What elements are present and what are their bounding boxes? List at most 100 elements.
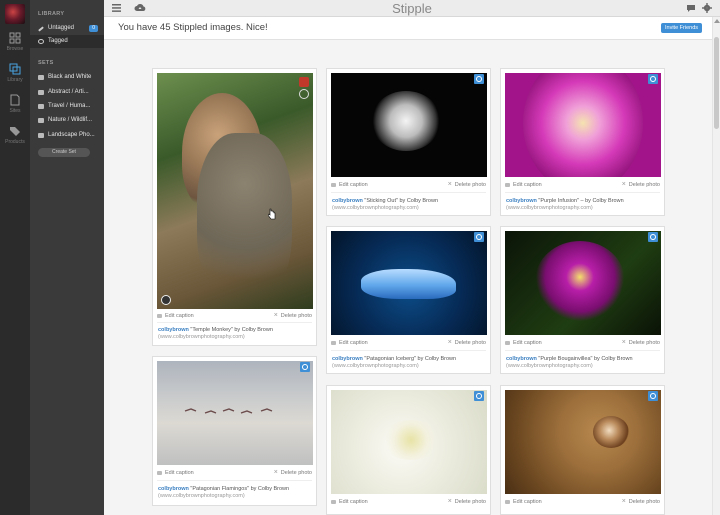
set-label: Nature / Wildlif...: [48, 117, 93, 123]
rail-sites[interactable]: Sites: [0, 94, 30, 122]
photo-image[interactable]: [505, 231, 661, 335]
rail-library[interactable]: Library: [0, 63, 30, 91]
cloud-upload-icon[interactable]: [134, 3, 146, 13]
pinterest-icon[interactable]: [299, 77, 309, 87]
sidebar-set-item[interactable]: Black and White: [30, 71, 104, 84]
sets-heading: SETS: [38, 60, 54, 66]
tag-badge-icon[interactable]: [648, 232, 658, 242]
scrollbar-thumb[interactable]: [714, 37, 719, 129]
edit-caption-link[interactable]: Edit caption: [331, 182, 368, 188]
caption-title: "Purple Bougainvillea" by Colby Brown: [538, 356, 633, 362]
rail-sites-label: Sites: [9, 108, 21, 114]
tag-badge-icon[interactable]: [474, 232, 484, 242]
banner-message: You have 45 Stippled images. Nice!: [118, 22, 268, 33]
photo-card[interactable]: Edit caption Delete photo colbybrown "Pu…: [500, 68, 665, 216]
snail-shell: [593, 416, 629, 448]
set-icon: [38, 90, 44, 95]
notice-banner: You have 45 Stippled images. Nice! Invit…: [104, 17, 712, 40]
tag-badge-icon[interactable]: [300, 362, 310, 372]
gear-icon[interactable]: [702, 3, 712, 13]
tag-badge-icon[interactable]: [648, 74, 658, 84]
tag-badge-icon[interactable]: [648, 391, 658, 401]
caption-title: "Patagonian Flamingos" by Colby Brown: [190, 486, 290, 492]
edit-caption-link[interactable]: Edit caption: [505, 182, 542, 188]
caption-user[interactable]: colbybrown: [158, 486, 189, 492]
rail-products-label: Products: [5, 139, 25, 145]
scroll-up-arrow[interactable]: [714, 19, 720, 23]
sidebar-item-untagged[interactable]: Untagged 0: [30, 22, 104, 35]
edit-caption-link[interactable]: Edit caption: [331, 340, 368, 346]
tag-badge-icon[interactable]: [474, 74, 484, 84]
caption-site[interactable]: (www.colbybrownphotography.com): [332, 205, 486, 212]
invite-friends-button[interactable]: Invite Friends: [660, 23, 702, 33]
rail-browse[interactable]: Browse: [0, 32, 30, 60]
tag-badge-icon[interactable]: [474, 391, 484, 401]
divider: [505, 350, 660, 351]
delete-photo-link[interactable]: Delete photo: [622, 498, 660, 505]
caption-user[interactable]: colbybrown: [506, 356, 537, 362]
create-set-button[interactable]: Create Set: [38, 148, 90, 157]
chat-icon[interactable]: [686, 4, 696, 13]
delete-photo-link[interactable]: Delete photo: [448, 181, 486, 188]
delete-photo-link[interactable]: Delete photo: [448, 498, 486, 505]
divider: [331, 350, 486, 351]
share-icon[interactable]: [299, 89, 309, 99]
photo-image[interactable]: [157, 361, 313, 465]
purple-flower: [523, 73, 643, 177]
menu-icon[interactable]: [112, 4, 121, 12]
photo-image[interactable]: [157, 73, 313, 309]
tag-dot-icon[interactable]: [161, 295, 171, 305]
photo-caption: colbybrown "Temple Monkey" by Colby Brow…: [158, 327, 312, 341]
edit-caption-link[interactable]: Edit caption: [505, 340, 542, 346]
photo-card[interactable]: Edit caption Delete photo colbybrown "St…: [326, 68, 491, 216]
divider: [157, 322, 312, 323]
caption-site[interactable]: (www.colbybrownphotography.com): [332, 363, 486, 370]
rail-products[interactable]: Products: [0, 125, 30, 153]
photo-card[interactable]: Edit caption Delete photo colbybrown "Pu…: [500, 226, 665, 374]
scrollbar[interactable]: [712, 17, 720, 515]
sidebar-set-item[interactable]: Landscape Pho...: [30, 129, 104, 142]
caption-site[interactable]: (www.colbybrownphotography.com): [158, 493, 312, 500]
photo-card[interactable]: Edit caption Delete photo: [326, 385, 491, 515]
delete-photo-link[interactable]: Delete photo: [622, 339, 660, 346]
delete-photo-link[interactable]: Delete photo: [622, 181, 660, 188]
photo-card[interactable]: Edit caption Delete photo colbybrown "Te…: [152, 68, 317, 346]
edit-caption-link[interactable]: Edit caption: [505, 499, 542, 505]
photo-card[interactable]: Edit caption Delete photo colbybrown "Pa…: [152, 356, 317, 506]
white-flower: [371, 91, 441, 151]
photo-image[interactable]: [505, 73, 661, 177]
sidebar-set-item[interactable]: Nature / Wildlif...: [30, 114, 104, 127]
caption-user[interactable]: colbybrown: [506, 198, 537, 204]
delete-photo-link[interactable]: Delete photo: [274, 312, 312, 319]
edit-caption-link[interactable]: Edit caption: [157, 470, 194, 476]
library-icon: [9, 63, 21, 75]
caption-user[interactable]: colbybrown: [332, 356, 363, 362]
set-label: Black and White: [48, 74, 92, 80]
caption-title: "Patagonian Iceberg" by Colby Brown: [364, 356, 457, 362]
hand-cursor-icon: [268, 208, 276, 220]
delete-photo-link[interactable]: Delete photo: [274, 469, 312, 476]
caption-user[interactable]: colbybrown: [158, 327, 189, 333]
photo-card[interactable]: Edit caption Delete photo colbybrown "Pa…: [326, 226, 491, 374]
photo-caption: colbybrown "Purple Bougainvillea" by Col…: [506, 356, 660, 370]
photo-image[interactable]: [331, 390, 487, 494]
caption-site[interactable]: (www.colbybrownphotography.com): [506, 205, 660, 212]
photo-caption: colbybrown "Purple Infusion" – by Colby …: [506, 198, 660, 212]
set-icon: [38, 104, 44, 109]
delete-photo-link[interactable]: Delete photo: [448, 339, 486, 346]
photo-image[interactable]: [331, 231, 487, 335]
avatar[interactable]: [5, 4, 25, 24]
photo-caption: colbybrown "Sticking Out" by Colby Brown…: [332, 198, 486, 212]
edit-caption-link[interactable]: Edit caption: [157, 313, 194, 319]
caption-site[interactable]: (www.colbybrownphotography.com): [506, 363, 660, 370]
caption-user[interactable]: colbybrown: [332, 198, 363, 204]
sidebar-set-item[interactable]: Abstract / Arti...: [30, 86, 104, 99]
sidebar-item-tagged[interactable]: Tagged: [30, 35, 104, 48]
edit-caption-link[interactable]: Edit caption: [331, 499, 368, 505]
photo-image[interactable]: [331, 73, 487, 177]
photo-card[interactable]: Edit caption Delete photo: [500, 385, 665, 515]
top-bar: Stipple: [104, 0, 720, 17]
caption-site[interactable]: (www.colbybrownphotography.com): [158, 334, 312, 341]
sidebar-set-item[interactable]: Travel / Huma...: [30, 100, 104, 113]
photo-image[interactable]: [505, 390, 661, 494]
